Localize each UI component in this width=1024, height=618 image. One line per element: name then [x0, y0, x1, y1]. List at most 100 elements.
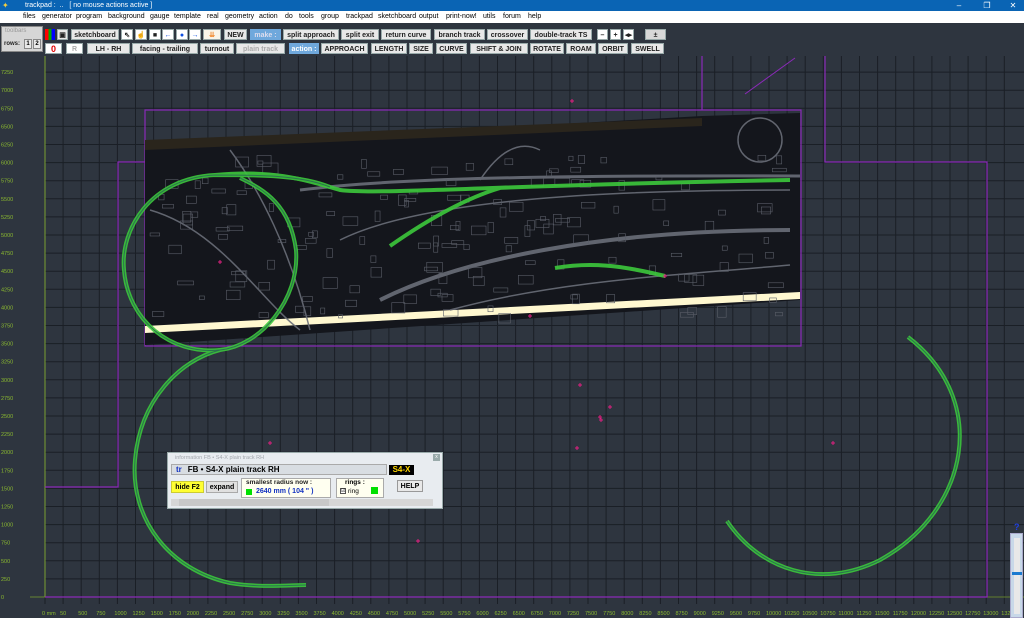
menu-help[interactable]: help [528, 11, 541, 23]
scrollbar-thumb[interactable] [179, 499, 329, 506]
gauge-code-badge: S4-X [389, 465, 414, 475]
y-tick-label: 2500 [1, 414, 13, 420]
y-tick-label: 2000 [1, 450, 13, 456]
rows-2-button[interactable]: 2 [33, 39, 41, 49]
menu-output[interactable]: output [419, 11, 438, 23]
menu-geometry[interactable]: geometry [225, 11, 254, 23]
arrow-left-icon[interactable]: ← [162, 29, 174, 40]
lh-rh-button[interactable]: LH - RH [87, 43, 130, 54]
minimize-button[interactable]: – [950, 0, 968, 11]
help-button[interactable]: HELP [397, 480, 423, 492]
arrow-right-icon[interactable]: → [189, 29, 201, 40]
return-curve-button[interactable]: return curve [381, 29, 431, 40]
turnout-button[interactable]: turnout [200, 43, 234, 54]
y-tick-label: 7250 [1, 70, 13, 76]
orbit-button[interactable]: ORBIT [598, 43, 628, 54]
y-tick-label: 1750 [1, 468, 13, 474]
menu-trackpad[interactable]: trackpad [346, 11, 373, 23]
curve-button[interactable]: CURVE [436, 43, 467, 54]
close-button[interactable]: ✕ [1004, 0, 1022, 11]
x-tick-label: 9000 [694, 611, 706, 617]
menu-tools[interactable]: tools [299, 11, 314, 23]
y-tick-label: 250 [1, 577, 10, 583]
approach-button[interactable]: APPROACH [321, 43, 368, 54]
zoom-help-icon[interactable]: ? [1014, 522, 1020, 532]
double-track-button[interactable]: double-track TS [530, 29, 592, 40]
y-tick-label: 6750 [1, 106, 13, 112]
y-tick-label: 750 [1, 541, 10, 547]
split-exit-button[interactable]: split exit [341, 29, 379, 40]
zero-button[interactable]: 0 [45, 43, 62, 54]
r-button[interactable]: R [66, 43, 83, 54]
info-horizontal-scrollbar[interactable] [171, 499, 433, 506]
info-vertical-scrollbar[interactable] [433, 464, 441, 496]
hide-f2-button[interactable]: hide F2 [171, 481, 204, 493]
zoom-slider[interactable] [1010, 533, 1023, 618]
x-tick-label: 7750 [603, 611, 615, 617]
x-tick-label: 4500 [368, 611, 380, 617]
x-tick-label: 1750 [169, 611, 181, 617]
zoom-in-button[interactable]: + [610, 29, 621, 40]
trackpad-canvas[interactable]: 0 250 500 750 1000 1250 1500 1750 2000 2250 2500 27… [0, 56, 1024, 618]
window-icon[interactable]: ▣ [57, 29, 68, 40]
x-tick-label: 6750 [531, 611, 543, 617]
x-tick-label: 13000 [983, 611, 998, 617]
menu-utils[interactable]: utils [483, 11, 495, 23]
dot-icon[interactable]: ● [176, 29, 188, 40]
adjust-icon[interactable]: ± [645, 29, 666, 40]
ring-label: ring [348, 488, 359, 495]
close-info-button[interactable]: x [433, 454, 440, 461]
x-tick-label: 3500 [295, 611, 307, 617]
menu-files[interactable]: files [23, 11, 35, 23]
stop-icon[interactable]: ■ [149, 29, 161, 40]
hand-icon[interactable]: ☝ [135, 29, 147, 40]
pointer-icon[interactable]: ⇖ [121, 29, 133, 40]
pivot-marker [570, 99, 574, 103]
rows-1-button[interactable]: 1 [24, 39, 32, 49]
y-tick-label: 1250 [1, 505, 13, 511]
split-approach-button[interactable]: split approach [283, 29, 339, 40]
pivot-marker [575, 446, 579, 450]
crossover-button[interactable]: crossover [487, 29, 528, 40]
menu-gauge[interactable]: gauge [150, 11, 169, 23]
smallest-radius-label: smallest radius now : [246, 479, 313, 486]
pivot-marker [578, 383, 582, 387]
menu-group[interactable]: group [321, 11, 339, 23]
menu-do[interactable]: do [285, 11, 293, 23]
new-button[interactable]: NEW [224, 29, 247, 40]
baseboard-outline-left [45, 161, 145, 488]
y-tick-label: 4750 [1, 251, 13, 257]
rotate-button[interactable]: ROTATE [530, 43, 564, 54]
fit-width-icon[interactable]: ◂▸ [623, 29, 634, 40]
y-tick-label: 7000 [1, 88, 13, 94]
expand-button[interactable]: expand [206, 481, 238, 493]
pivot-marker [268, 441, 272, 445]
menu-background[interactable]: background [108, 11, 145, 23]
branch-track-button[interactable]: branch track [434, 29, 485, 40]
x-tick-label: 2250 [205, 611, 217, 617]
orange-arrows-icon[interactable]: ⇊ [203, 29, 221, 40]
facing-trailing-button[interactable]: facing - trailing [132, 43, 198, 54]
menu-forum[interactable]: forum [503, 11, 521, 23]
sketchboard-button[interactable]: sketchboard [71, 29, 119, 40]
size-button[interactable]: SIZE [409, 43, 433, 54]
maximize-button[interactable]: ❐ [978, 0, 996, 11]
shift-join-button[interactable]: SHIFT & JOIN [470, 43, 528, 54]
menu-sketchboard[interactable]: sketchboard [378, 11, 416, 23]
menu-program[interactable]: program [76, 11, 102, 23]
plain-track-button[interactable]: plain track [236, 43, 285, 54]
menu-real[interactable]: real [207, 11, 219, 23]
zoom-slider-thumb[interactable] [1012, 572, 1022, 575]
length-button[interactable]: LENGTH [371, 43, 407, 54]
y-tick-label: 5000 [1, 233, 13, 239]
colour-palette-icon[interactable] [45, 29, 55, 40]
swell-button[interactable]: SWELL [631, 43, 664, 54]
menu-template[interactable]: template [174, 11, 201, 23]
zoom-out-button[interactable]: – [597, 29, 608, 40]
ring-checkbox[interactable]: ☑ [340, 488, 346, 494]
menu-action[interactable]: action [259, 11, 278, 23]
menu-generator[interactable]: generator [42, 11, 72, 23]
roam-button[interactable]: ROAM [566, 43, 596, 54]
make-label: make : [250, 29, 281, 40]
menu-print-now[interactable]: print-now! [446, 11, 477, 23]
